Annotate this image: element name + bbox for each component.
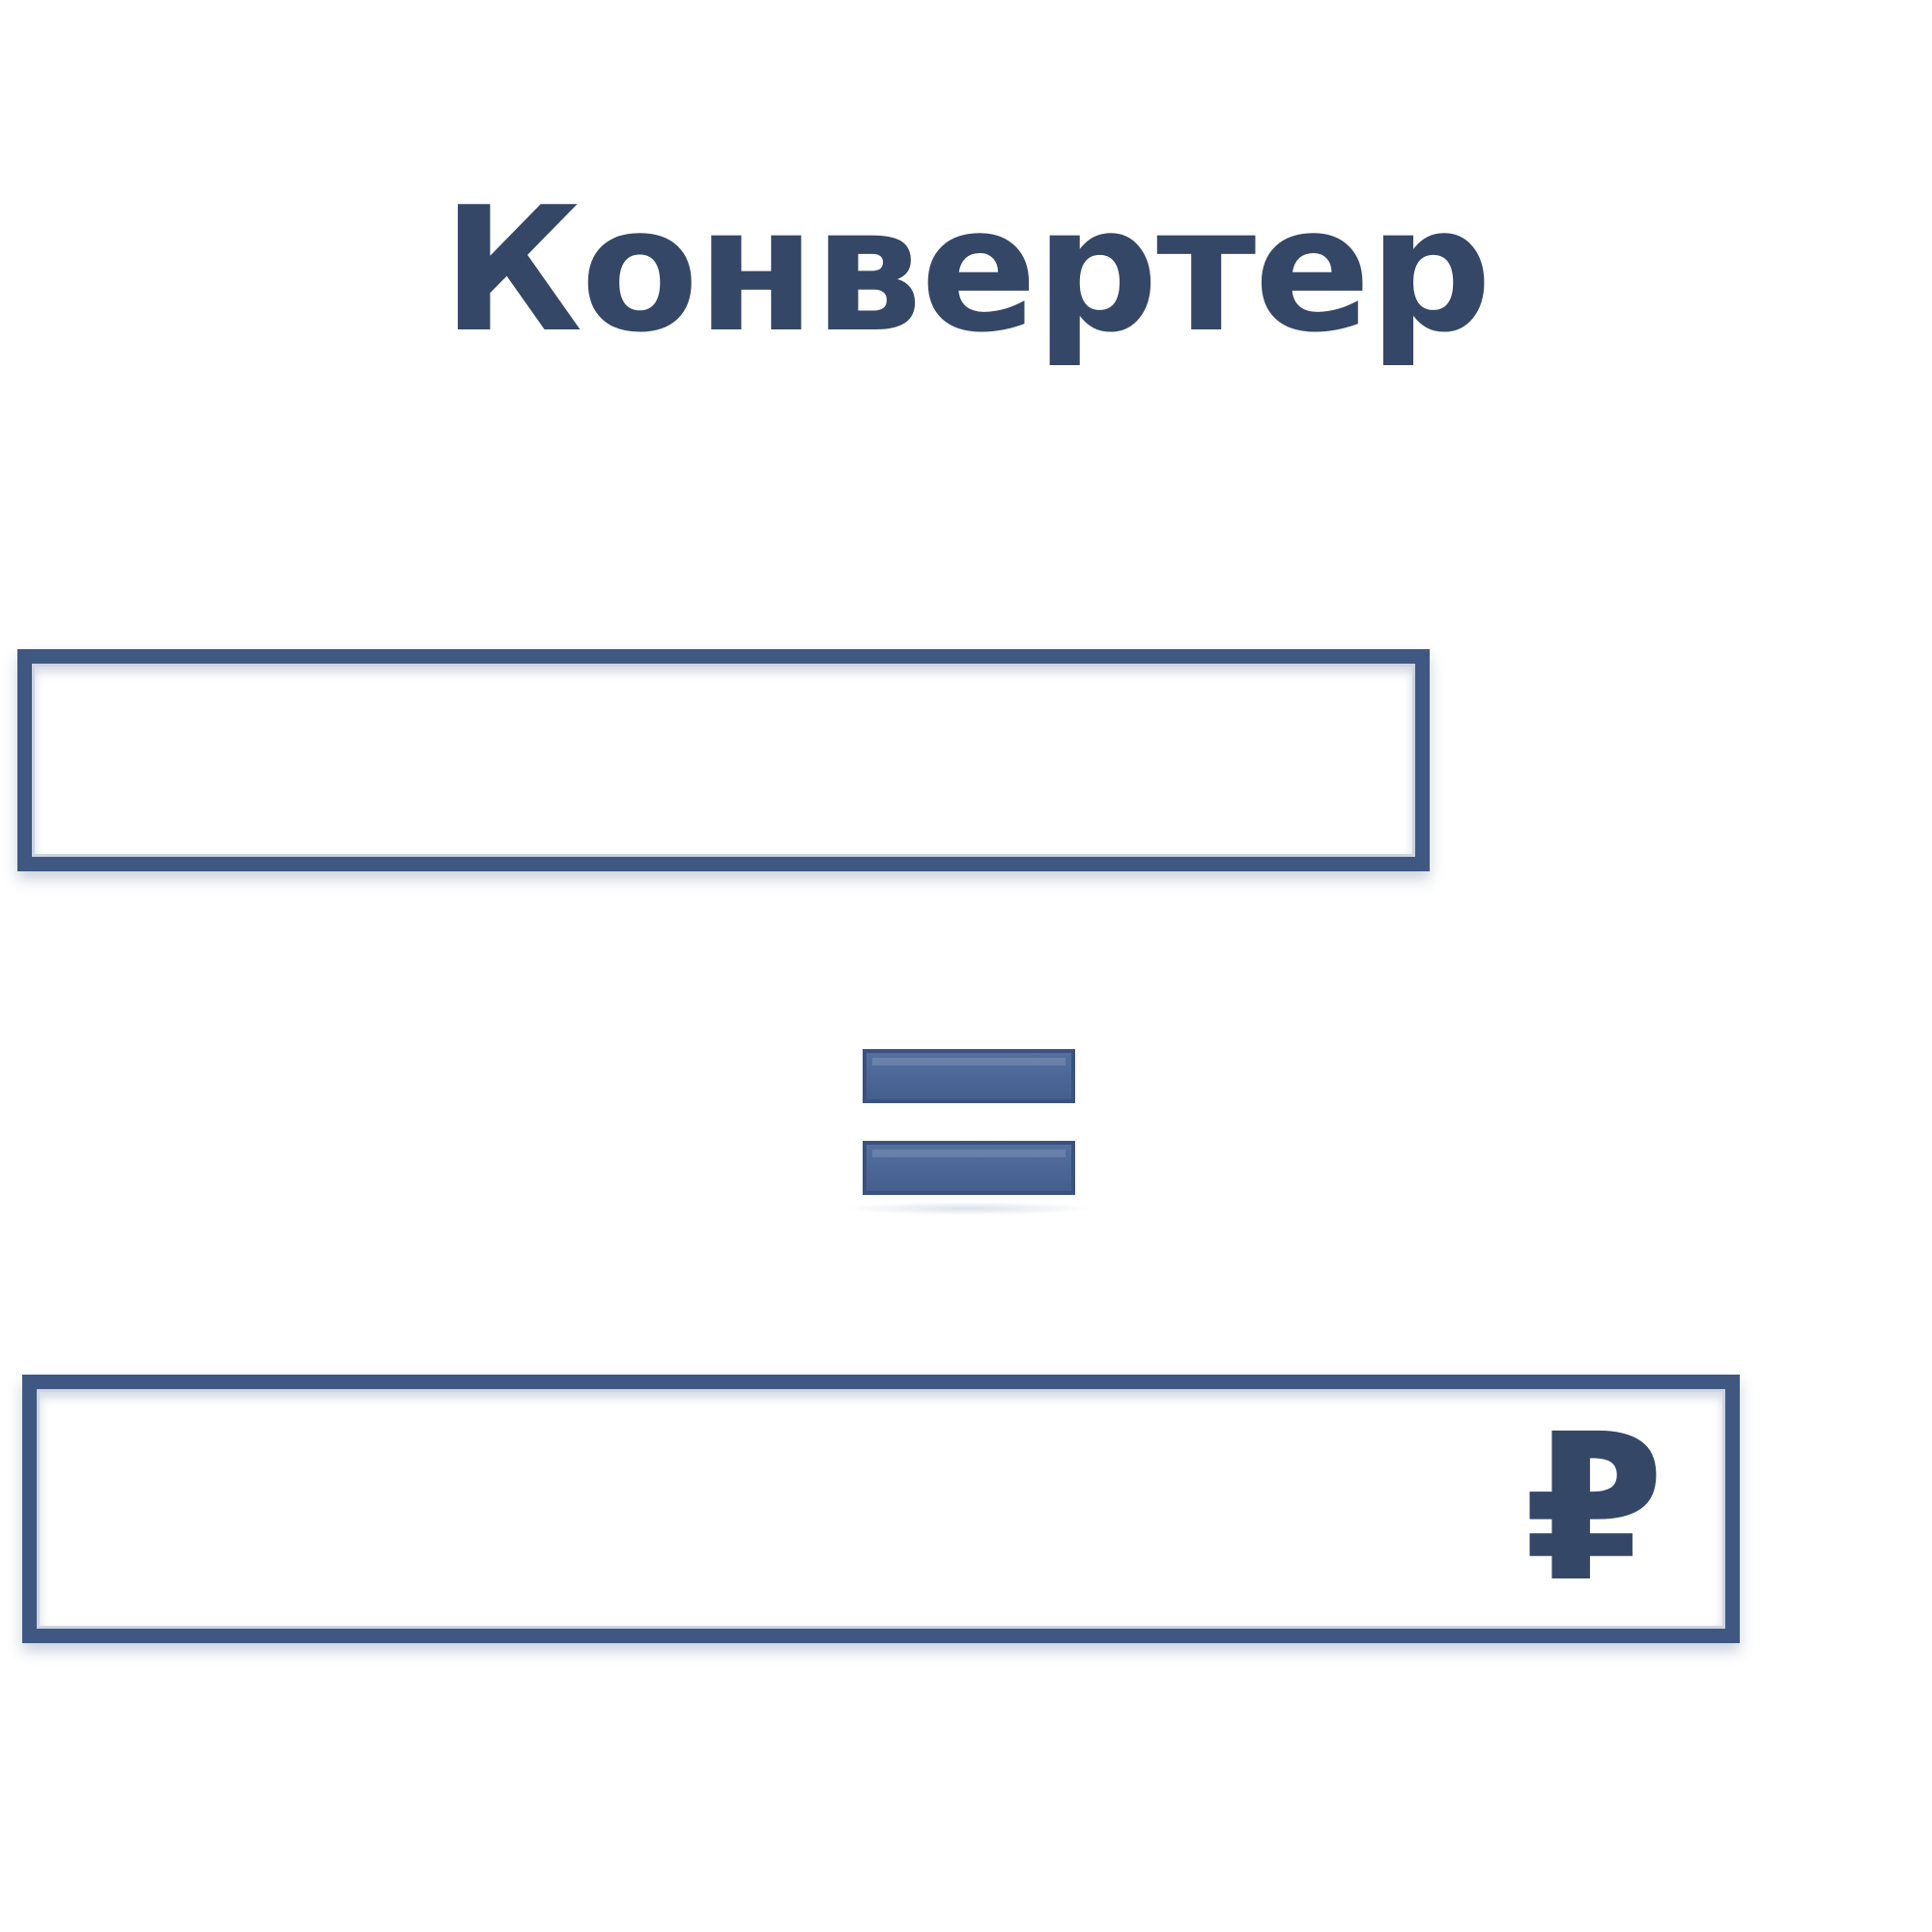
equals-shadow [843,1202,1094,1215]
equals-bar-bottom [863,1141,1075,1195]
page-title: Конвертер [441,170,1492,370]
equals-icon [843,1049,1094,1215]
amount-field[interactable] [17,649,1430,871]
ruble-icon: ₽ [1522,1390,1665,1627]
amount-input[interactable] [32,664,1415,857]
result-input[interactable] [37,1389,1725,1629]
result-field[interactable]: ₽ [22,1375,1740,1643]
equals-bar-top [863,1049,1075,1103]
